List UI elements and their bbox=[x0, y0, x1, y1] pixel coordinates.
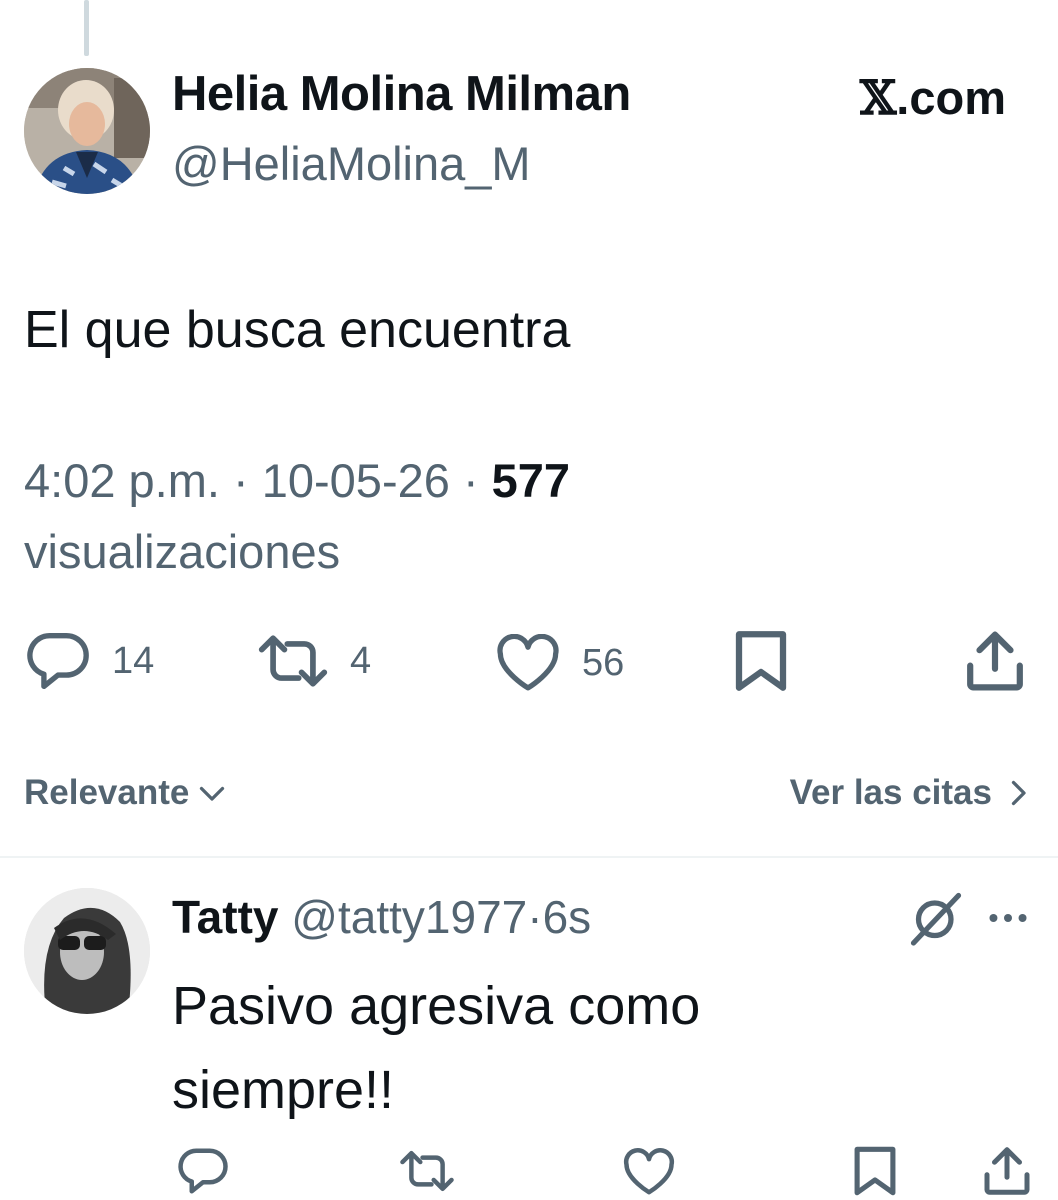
brand-domain: .com bbox=[896, 71, 1006, 124]
reply-like-button[interactable] bbox=[622, 1148, 676, 1196]
like-icon bbox=[497, 634, 559, 691]
tweet-metadata: 4:02 p.m. · 10-05-26 · 577 bbox=[24, 453, 570, 508]
like-button[interactable]: 56 bbox=[494, 634, 624, 692]
x-com-watermark: 𝕏.com bbox=[860, 70, 1006, 126]
share-icon bbox=[967, 631, 1023, 691]
share-button[interactable] bbox=[964, 628, 1026, 694]
thread-connector-line bbox=[84, 0, 89, 56]
author-name[interactable]: Helia Molina Milman bbox=[172, 66, 631, 122]
reply-bookmark-button[interactable] bbox=[852, 1144, 898, 1198]
reply-text: Pasivo agresiva como siempre!! bbox=[172, 976, 701, 1120]
sort-dropdown[interactable]: Relevante bbox=[24, 773, 227, 813]
reply-time[interactable]: 6s bbox=[543, 891, 592, 943]
reply-author-avatar[interactable] bbox=[24, 888, 150, 1014]
grok-icon bbox=[910, 892, 962, 946]
chevron-down-icon bbox=[200, 786, 225, 801]
tweet-date[interactable]: 10-05-26 bbox=[262, 454, 450, 507]
bookmark-button[interactable] bbox=[732, 628, 790, 694]
grok-button[interactable] bbox=[906, 888, 966, 953]
reply-share-button[interactable] bbox=[982, 1144, 1032, 1198]
meta-separator: · bbox=[462, 454, 479, 507]
reply-repost-button[interactable] bbox=[398, 1148, 456, 1194]
like-icon bbox=[623, 1148, 675, 1195]
reply-separator: · bbox=[527, 891, 543, 943]
repost-count: 4 bbox=[350, 639, 372, 682]
reply-icon bbox=[27, 632, 89, 690]
reply-author-handle[interactable]: @tatty1977 bbox=[291, 891, 527, 943]
like-count: 56 bbox=[582, 641, 625, 684]
meta-separator: · bbox=[233, 454, 249, 507]
chevron-right-icon bbox=[1011, 780, 1026, 806]
views-label: visualizaciones bbox=[24, 525, 341, 578]
reply-count: 14 bbox=[112, 639, 155, 682]
reply-header: Tatty @tatty1977·6s bbox=[172, 890, 591, 944]
repost-button[interactable]: 4 bbox=[256, 632, 371, 690]
author-avatar[interactable] bbox=[24, 68, 150, 194]
x-logo: 𝕏 bbox=[859, 71, 897, 126]
tweet-text: El que busca encuentra bbox=[24, 301, 571, 359]
repost-icon bbox=[400, 1150, 454, 1192]
reply-reply-button[interactable] bbox=[176, 1146, 230, 1196]
author-handle[interactable]: @HeliaMolina_M bbox=[172, 136, 531, 191]
repost-icon bbox=[258, 635, 328, 687]
more-options-button[interactable] bbox=[986, 898, 1030, 943]
bookmark-icon bbox=[854, 1146, 896, 1196]
reply-button[interactable]: 14 bbox=[24, 630, 154, 692]
quotes-label: Ver las citas bbox=[789, 773, 992, 812]
section-divider bbox=[0, 856, 1058, 858]
views-count: 577 bbox=[491, 454, 571, 507]
view-quotes-link[interactable]: Ver las citas bbox=[790, 773, 1028, 813]
share-icon bbox=[984, 1147, 1030, 1195]
more-icon bbox=[989, 914, 1027, 922]
sort-label: Relevante bbox=[24, 773, 190, 812]
reply-icon bbox=[178, 1148, 228, 1194]
reply-author-name[interactable]: Tatty bbox=[172, 891, 279, 943]
tweet-time[interactable]: 4:02 p.m. bbox=[24, 454, 220, 507]
bookmark-icon bbox=[735, 631, 787, 691]
